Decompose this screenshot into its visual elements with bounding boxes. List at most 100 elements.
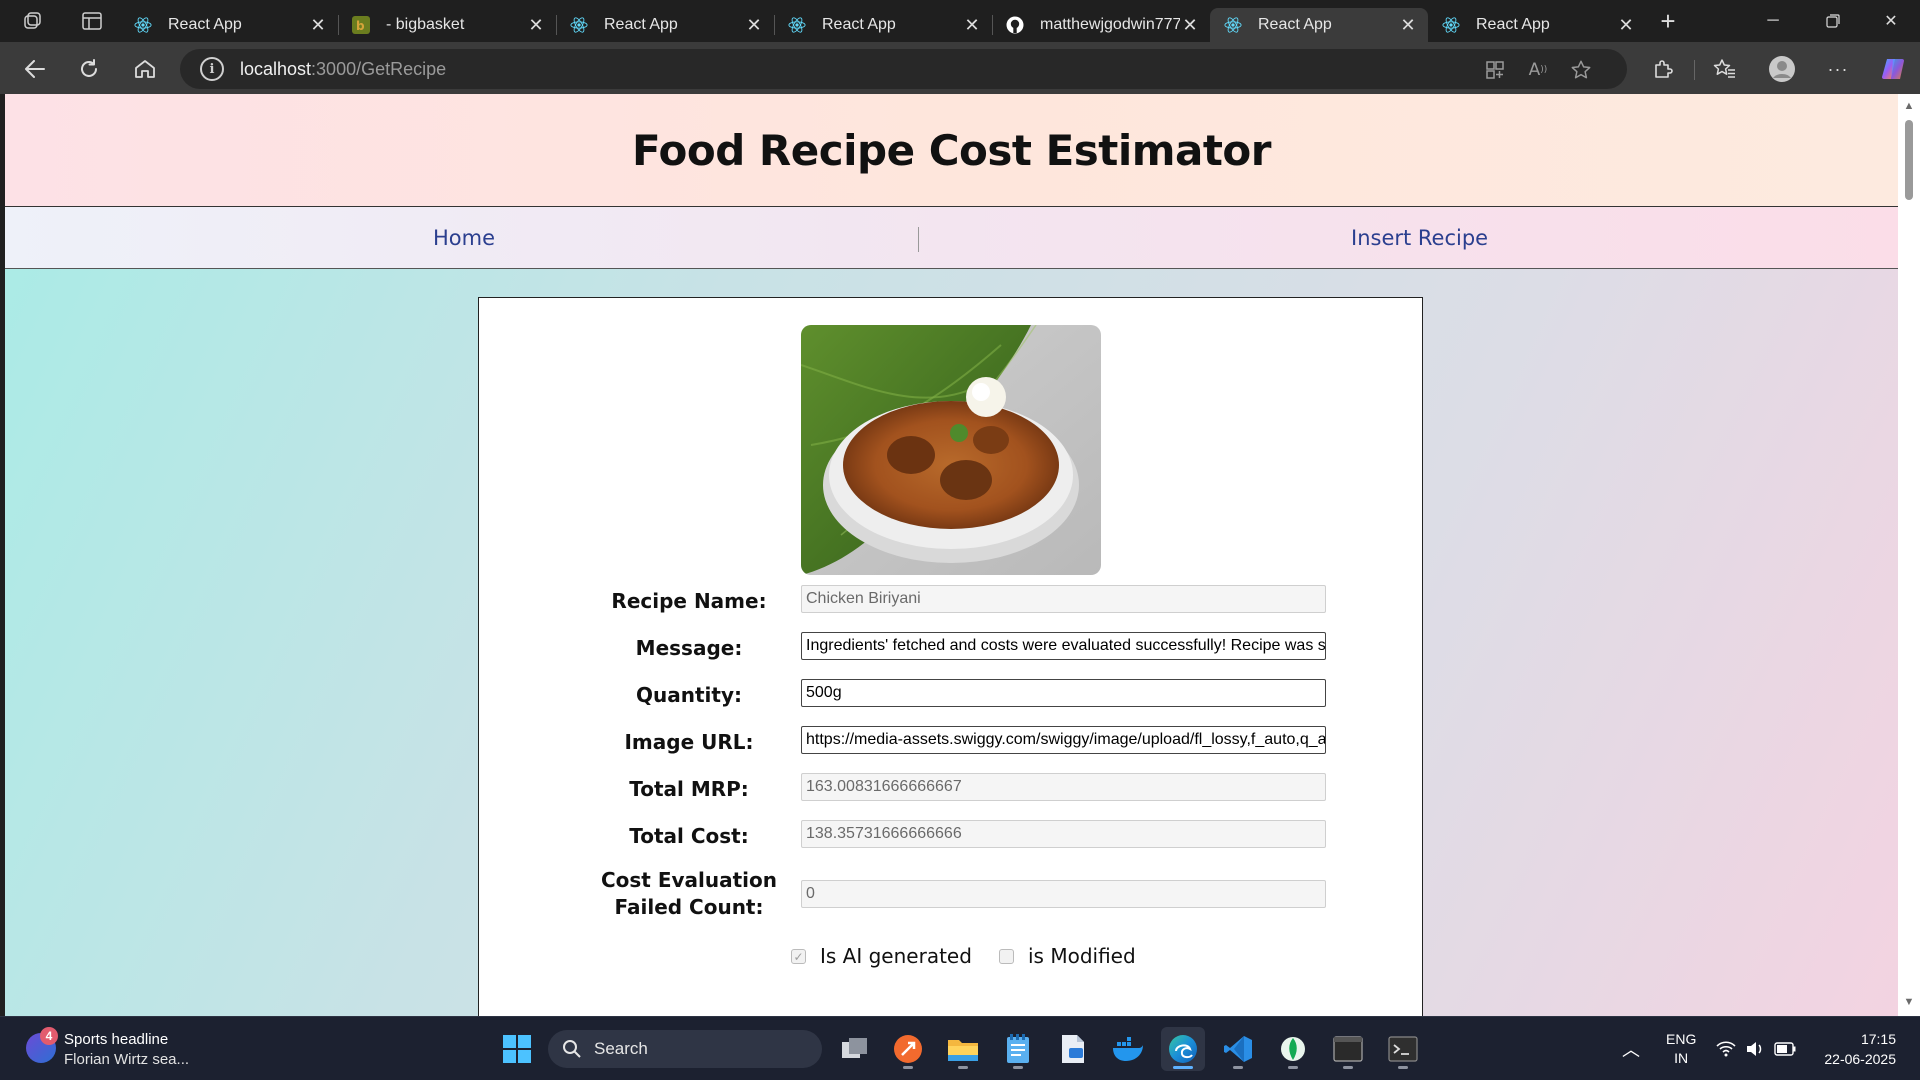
close-tab-icon[interactable]: ✕: [1616, 15, 1636, 36]
news-widget[interactable]: 4 Sports headline Florian Wirtz sea...: [18, 1027, 248, 1071]
toolbar-divider: [1694, 60, 1695, 80]
clock-date: 22-06-2025: [1824, 1051, 1896, 1067]
url-host: localhost: [240, 58, 312, 79]
language-code: ENG: [1666, 1031, 1697, 1047]
new-tab-icon[interactable]: +: [1646, 0, 1690, 42]
copilot-icon[interactable]: [1878, 54, 1908, 84]
browser-tab[interactable]: matthewjgodwin777/ ✕: [992, 8, 1210, 42]
total-cost-input: 138.35731666666666: [801, 820, 1326, 848]
page-scrollbar[interactable]: ▲ ▼: [1898, 94, 1920, 1016]
page-viewport: Food Recipe Cost Estimator Home Insert R…: [5, 94, 1898, 1016]
browser-tab[interactable]: React App ✕: [1428, 8, 1646, 42]
language-region: IN: [1674, 1050, 1689, 1066]
app-nav-bar: Home Insert Recipe: [5, 207, 1898, 269]
nav-divider: [918, 227, 919, 252]
favorites-icon[interactable]: [1710, 54, 1740, 84]
profile-avatar-icon[interactable]: [1767, 54, 1797, 84]
extensions-icon[interactable]: [1648, 54, 1678, 84]
home-icon[interactable]: [128, 52, 162, 86]
tab-title: React App: [168, 16, 242, 33]
nav-link-insert-recipe[interactable]: Insert Recipe: [1351, 207, 1488, 269]
back-icon[interactable]: [18, 52, 52, 86]
close-tab-icon[interactable]: ✕: [962, 15, 982, 36]
favorite-star-icon[interactable]: [1569, 58, 1593, 82]
recipe-name-label: Recipe Name:: [611, 589, 767, 613]
browser-toolbar: i localhost:3000/GetRecipe A)) ···: [0, 42, 1920, 94]
tab-title: React App: [1258, 16, 1332, 33]
browser-tab[interactable]: React App ✕: [556, 8, 775, 42]
close-window-icon[interactable]: ✕: [1862, 0, 1920, 42]
vertical-tabs-icon[interactable]: [64, 0, 120, 42]
close-tab-icon[interactable]: ✕: [308, 15, 328, 36]
close-tab-icon[interactable]: ✕: [1180, 15, 1200, 36]
browser-tab-active[interactable]: React App ✕: [1210, 8, 1428, 42]
document-app-icon[interactable]: [1051, 1027, 1095, 1071]
widget-badge: 4: [40, 1027, 58, 1045]
flags-row: ✓ Is AI generated is Modified: [479, 944, 1424, 974]
total-mrp-input: 163.00831666666667: [801, 773, 1326, 801]
close-tab-icon[interactable]: ✕: [744, 15, 764, 36]
language-indicator[interactable]: ENG IN: [1666, 1017, 1696, 1080]
battery-icon[interactable]: [1774, 1017, 1796, 1080]
windows-taskbar: 4 Sports headline Florian Wirtz sea... S…: [0, 1016, 1920, 1080]
vscode-icon[interactable]: [1216, 1027, 1260, 1071]
app-icon-orange[interactable]: [886, 1027, 930, 1071]
minimize-icon[interactable]: ─: [1744, 0, 1802, 42]
scroll-thumb[interactable]: [1905, 120, 1913, 200]
read-aloud-icon[interactable]: A)): [1526, 58, 1550, 82]
taskbar-search[interactable]: Search: [548, 1030, 822, 1068]
workspaces-icon[interactable]: [0, 0, 64, 42]
widget-subtext: Florian Wirtz sea...: [64, 1051, 190, 1068]
start-button[interactable]: [495, 1027, 539, 1071]
edge-browser-icon[interactable]: [1161, 1027, 1205, 1071]
volume-icon[interactable]: [1746, 1017, 1764, 1080]
mongodb-icon[interactable]: [1271, 1027, 1315, 1071]
browser-tab[interactable]: React App ✕: [774, 8, 993, 42]
show-hidden-icons[interactable]: ︿: [1622, 1017, 1640, 1080]
more-menu-icon[interactable]: ···: [1823, 54, 1853, 84]
failed-count-label: Cost Evaluation Failed Count:: [600, 868, 778, 919]
browser-tab[interactable]: React App ✕: [120, 8, 339, 42]
close-tab-icon[interactable]: ✕: [526, 15, 546, 36]
browser-tab[interactable]: b - bigbasket ✕: [338, 8, 557, 42]
image-url-input[interactable]: https://media-assets.swiggy.com/swiggy/i…: [801, 726, 1326, 754]
address-bar[interactable]: i localhost:3000/GetRecipe A)): [180, 49, 1627, 89]
scroll-down-icon[interactable]: ▼: [1903, 996, 1915, 1008]
message-label: Message:: [635, 636, 743, 660]
scroll-up-icon[interactable]: ▲: [1903, 100, 1915, 112]
url-text[interactable]: localhost:3000/GetRecipe: [240, 59, 446, 80]
page-title: Food Recipe Cost Estimator: [632, 125, 1271, 175]
ai-generated-checkbox: ✓: [791, 949, 806, 964]
task-view-icon[interactable]: [833, 1027, 877, 1071]
search-label: Search: [594, 1039, 648, 1058]
tab-title: React App: [1476, 16, 1550, 33]
recipe-name-input: Chicken Biriyani: [801, 585, 1326, 613]
notepad-icon[interactable]: [996, 1027, 1040, 1071]
message-input[interactable]: Ingredients' fetched and costs were eval…: [801, 632, 1326, 660]
windows-terminal-icon[interactable]: [1381, 1027, 1425, 1071]
react-icon: [788, 16, 806, 34]
url-path: :3000/GetRecipe: [311, 58, 447, 79]
file-explorer-icon[interactable]: [941, 1027, 985, 1071]
restore-icon[interactable]: [1804, 0, 1862, 42]
quantity-input[interactable]: 500g: [801, 679, 1326, 707]
running-indicator: [1173, 1066, 1193, 1069]
app-header: Food Recipe Cost Estimator: [5, 94, 1898, 207]
nav-link-home[interactable]: Home: [433, 207, 495, 269]
widget-headline: Sports headline: [64, 1031, 169, 1048]
terminal-icon[interactable]: [1326, 1027, 1370, 1071]
tab-title: matthewjgodwin777/: [1040, 16, 1180, 33]
wifi-icon[interactable]: [1716, 1017, 1736, 1080]
running-indicator: [1343, 1066, 1353, 1069]
react-icon: [570, 16, 588, 34]
app-available-icon[interactable]: [1483, 58, 1507, 82]
site-info-icon[interactable]: i: [200, 57, 224, 81]
docker-icon[interactable]: [1106, 1027, 1150, 1071]
refresh-icon[interactable]: [72, 52, 106, 86]
react-icon: [1224, 16, 1242, 34]
image-url-label: Image URL:: [624, 730, 754, 754]
failed-count-input: 0: [801, 880, 1326, 908]
bigbasket-icon: b: [352, 16, 370, 34]
close-tab-icon[interactable]: ✕: [1398, 15, 1418, 36]
system-clock[interactable]: 17:15 22-06-2025: [1824, 1029, 1896, 1069]
